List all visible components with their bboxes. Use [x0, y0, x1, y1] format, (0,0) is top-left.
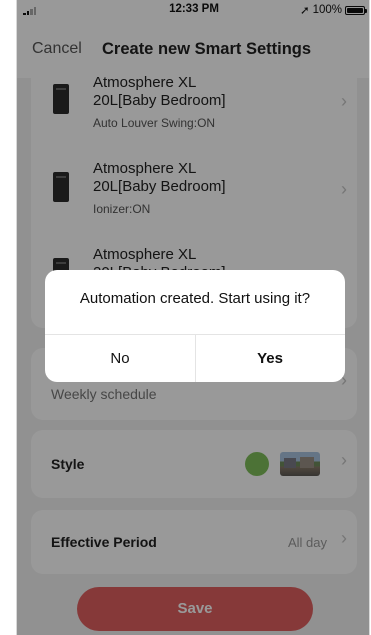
confirmation-dialog: Automation created. Start using it? No Y… — [45, 270, 345, 382]
no-button[interactable]: No — [45, 335, 195, 382]
dialog-message: Automation created. Start using it? — [79, 290, 311, 307]
phone-screen: 12:33 PM ➚ 100% Cancel Create new Smart … — [16, 0, 370, 635]
yes-button[interactable]: Yes — [195, 335, 345, 382]
